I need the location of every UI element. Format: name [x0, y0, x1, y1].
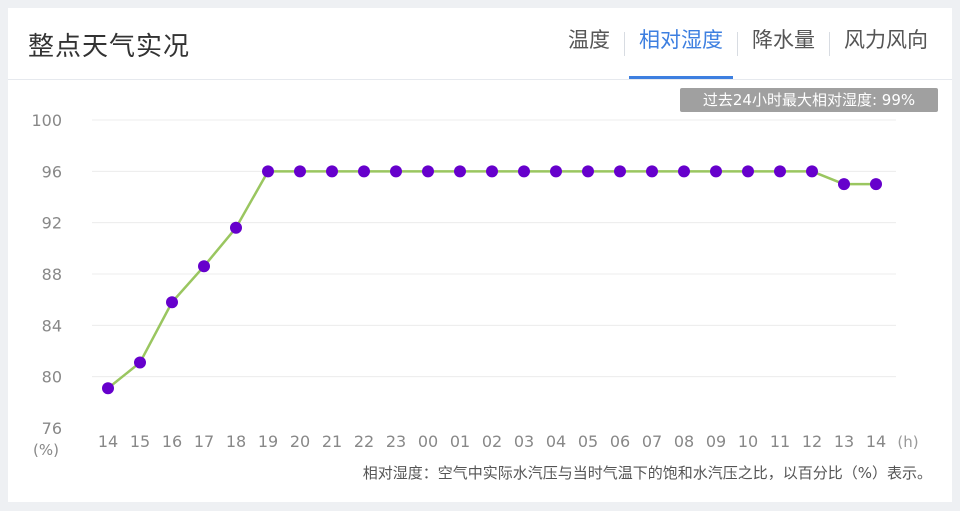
x-tick-label: 15 — [130, 432, 150, 451]
x-tick-label: 06 — [610, 432, 630, 451]
data-point — [518, 165, 530, 178]
data-point — [486, 165, 498, 178]
data-point — [134, 356, 146, 369]
data-point — [166, 296, 178, 309]
data-point — [422, 165, 434, 178]
x-tick-label: 12 — [802, 432, 822, 451]
humidity-definition-note: 相对湿度：空气中实际水汽压与当时气温下的饱和水汽压之比，以百分比（%）表示。 — [362, 464, 932, 482]
data-point — [294, 165, 306, 178]
x-tick-label: 01 — [450, 432, 470, 451]
x-tick-label: 09 — [706, 432, 726, 451]
humidity-card: 整点天气实况 温度 相对湿度 降水量 风力风向 过去24小时最大相对湿度: 99… — [8, 8, 952, 502]
x-tick-label: 19 — [258, 432, 278, 451]
data-point — [678, 165, 690, 178]
data-point — [390, 165, 402, 178]
data-point — [582, 165, 594, 178]
x-tick-label: 21 — [322, 432, 342, 451]
data-point — [230, 221, 242, 234]
x-tick-label: 02 — [482, 432, 502, 451]
y-tick-label: 88 — [42, 265, 62, 284]
x-tick-label: 13 — [834, 432, 854, 451]
data-point — [358, 165, 370, 178]
x-tick-label: 08 — [674, 432, 694, 451]
x-tick-label: 20 — [290, 432, 310, 451]
y-tick-label: 92 — [42, 214, 62, 233]
data-point — [102, 382, 114, 395]
x-tick-label: 00 — [418, 432, 438, 451]
x-tick-label: 10 — [738, 432, 758, 451]
x-tick-label: 03 — [514, 432, 534, 451]
x-tick-label: 18 — [226, 432, 246, 451]
y-tick-label: 84 — [42, 316, 62, 335]
data-point — [870, 178, 882, 191]
x-tick-label: 23 — [386, 432, 406, 451]
x-tick-label: 14 — [866, 432, 886, 451]
data-point — [550, 165, 562, 178]
x-unit-label: (h) — [897, 433, 918, 451]
y-tick-label: 96 — [42, 162, 62, 181]
x-tick-label: 16 — [162, 432, 182, 451]
data-point — [774, 165, 786, 178]
data-point — [806, 165, 818, 178]
x-tick-label: 14 — [98, 432, 118, 451]
y-tick-label: 100 — [31, 111, 62, 130]
data-point — [646, 165, 658, 178]
data-point — [198, 260, 210, 273]
humidity-series-line — [107, 170, 876, 390]
x-tick-label: 04 — [546, 432, 566, 451]
x-tick-label: 11 — [770, 432, 790, 451]
x-tick-label: 17 — [194, 432, 214, 451]
humidity-line-chart: 100 96 92 88 84 80 76 (%) 14 15 16 17 18 19 20 21 22 23 00… — [31, 111, 918, 459]
data-point — [614, 165, 626, 178]
x-tick-label: 22 — [354, 432, 374, 451]
data-point — [454, 165, 466, 178]
x-tick-label: 07 — [642, 432, 662, 451]
data-point — [710, 165, 722, 178]
data-point — [838, 178, 850, 191]
data-point — [742, 165, 754, 178]
data-point — [262, 165, 274, 178]
x-tick-label: 05 — [578, 432, 598, 451]
y-tick-label: 76 — [42, 419, 62, 438]
y-unit-label: (%) — [33, 441, 59, 459]
y-tick-label: 80 — [42, 368, 62, 387]
data-point — [326, 165, 338, 178]
